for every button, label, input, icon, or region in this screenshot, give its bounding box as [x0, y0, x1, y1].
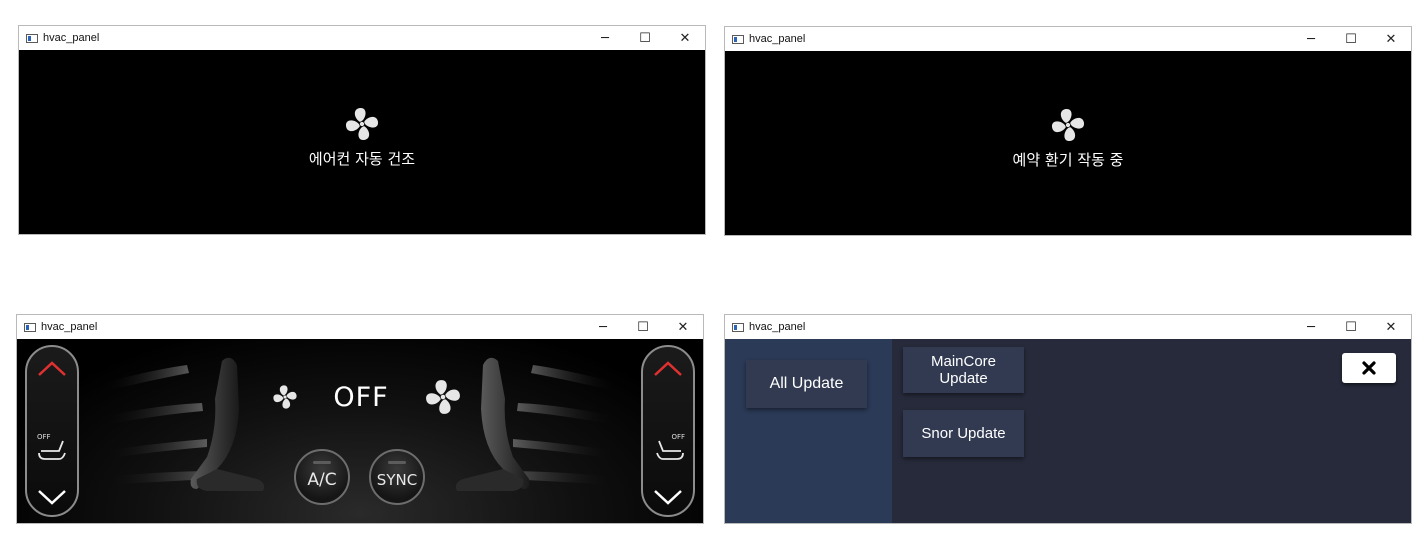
- status-message: 에어컨 자동 건조: [308, 150, 416, 168]
- title-bar[interactable]: hvac_panel ─ ☐ ✕: [725, 315, 1411, 339]
- fan-icon: [1050, 107, 1086, 143]
- title-bar[interactable]: hvac_panel ─ ☐ ✕: [725, 27, 1411, 51]
- sync-indicator: [388, 461, 406, 464]
- maximize-button[interactable]: ☐: [1331, 315, 1371, 339]
- ac-label: A/C: [307, 470, 337, 490]
- title-bar[interactable]: hvac_panel ─ ☐ ✕: [19, 26, 705, 50]
- window-title: hvac_panel: [749, 321, 806, 333]
- update-panel: All Update MainCore Update Snor Update: [725, 339, 1411, 523]
- update-main: MainCore Update Snor Update: [892, 339, 1411, 523]
- maximize-button[interactable]: ☐: [1331, 27, 1371, 51]
- close-button[interactable]: ✕: [1371, 315, 1411, 339]
- window-title: hvac_panel: [43, 32, 100, 44]
- status-message: 예약 환기 작동 중: [1012, 151, 1124, 169]
- hvac-window-control: hvac_panel ─ ☐ ✕ OFF OFF OFF A/C SYNC: [16, 314, 704, 524]
- minimize-button[interactable]: ─: [1291, 315, 1331, 339]
- hvac-window-dry: hvac_panel ─ ☐ ✕ 에어컨 자동 건조: [18, 25, 706, 235]
- hvac-panel: OFF OFF OFF A/C SYNC: [17, 339, 703, 523]
- minimize-button[interactable]: ─: [583, 315, 623, 339]
- ac-indicator: [313, 461, 331, 464]
- hvac-window-vent: hvac_panel ─ ☐ ✕ 예약 환기 작동 중: [724, 26, 1412, 236]
- chevron-up-icon[interactable]: [651, 359, 685, 379]
- chevron-up-icon[interactable]: [35, 359, 69, 379]
- all-update-button[interactable]: All Update: [746, 360, 867, 408]
- ac-button[interactable]: A/C: [294, 449, 350, 505]
- minimize-button[interactable]: ─: [585, 26, 625, 50]
- seat-illustration: [102, 357, 618, 491]
- sync-button[interactable]: SYNC: [369, 449, 425, 505]
- window-title: hvac_panel: [41, 321, 98, 333]
- maincore-update-button[interactable]: MainCore Update: [903, 347, 1024, 393]
- close-icon: [1362, 361, 1376, 375]
- chevron-down-icon[interactable]: [651, 487, 685, 507]
- panel-close-button[interactable]: [1342, 353, 1396, 383]
- close-button[interactable]: ✕: [665, 26, 705, 50]
- fan-increase-icon[interactable]: [424, 378, 462, 416]
- minimize-button[interactable]: ─: [1291, 27, 1331, 51]
- left-seat-heater-button[interactable]: OFF: [37, 431, 69, 463]
- app-icon: [24, 322, 36, 332]
- content-area: 예약 환기 작동 중: [725, 51, 1411, 235]
- right-seat-control: OFF: [641, 345, 695, 517]
- app-icon: [732, 322, 744, 332]
- update-sidebar: All Update: [725, 339, 892, 523]
- maximize-button[interactable]: ☐: [625, 26, 665, 50]
- title-bar[interactable]: hvac_panel ─ ☐ ✕: [17, 315, 703, 339]
- seat-heater-icon: [656, 440, 684, 460]
- app-icon: [732, 34, 744, 44]
- maximize-button[interactable]: ☐: [623, 315, 663, 339]
- fan-status-text: OFF: [333, 381, 389, 413]
- close-button[interactable]: ✕: [1371, 27, 1411, 51]
- sync-label: SYNC: [376, 471, 418, 489]
- fan-speed-control: OFF: [272, 377, 462, 417]
- fan-icon: [344, 106, 380, 142]
- update-window: hvac_panel ─ ☐ ✕ All Update MainCore Upd…: [724, 314, 1412, 524]
- content-area: 에어컨 자동 건조: [19, 50, 705, 234]
- close-button[interactable]: ✕: [663, 315, 703, 339]
- seat-heater-icon: [38, 440, 66, 460]
- chevron-down-icon[interactable]: [35, 487, 69, 507]
- left-seat-control: OFF: [25, 345, 79, 517]
- window-title: hvac_panel: [749, 33, 806, 45]
- app-icon: [26, 33, 38, 43]
- fan-decrease-icon[interactable]: [272, 384, 298, 410]
- right-seat-heater-button[interactable]: OFF: [653, 431, 685, 463]
- snor-update-button[interactable]: Snor Update: [903, 410, 1024, 457]
